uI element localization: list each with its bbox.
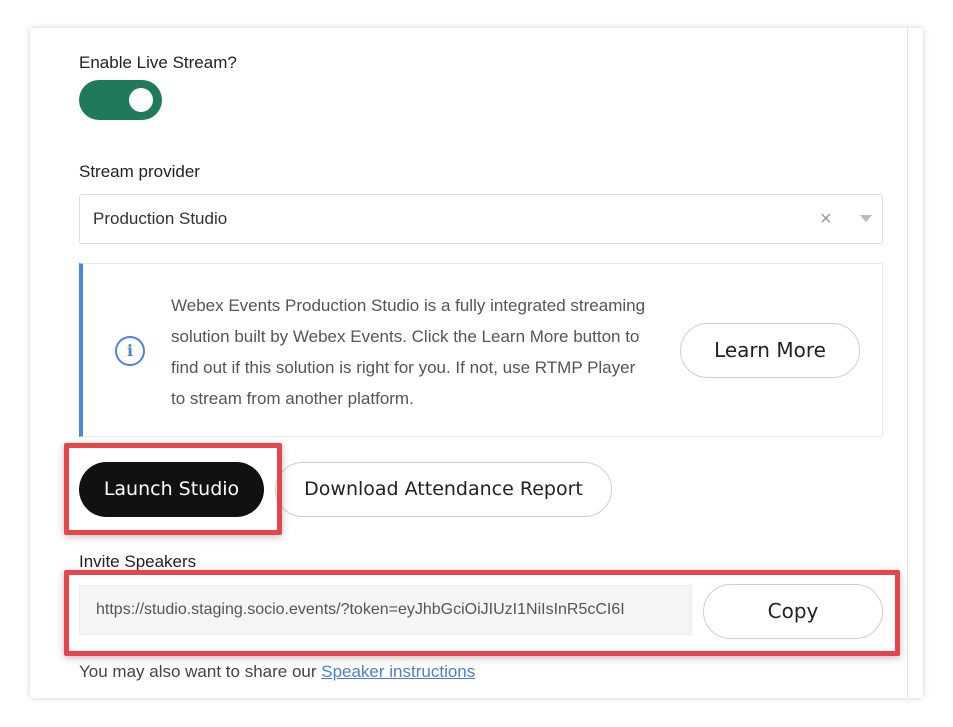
stream-provider-label: Stream provider (79, 162, 200, 181)
invite-speakers-label: Invite Speakers (79, 552, 197, 571)
stream-provider-select[interactable]: Production Studio × (79, 194, 883, 244)
launch-studio-button[interactable]: Launch Studio (79, 462, 264, 517)
chevron-down-icon[interactable] (860, 215, 872, 222)
share-prefix: You may also want to share our (79, 662, 322, 681)
download-attendance-report-button[interactable]: Download Attendance Report (275, 462, 612, 517)
speaker-instructions-link[interactable]: Speaker instructions (321, 662, 475, 681)
toggle-knob (129, 88, 153, 112)
info-callout: i Webex Events Production Studio is a fu… (79, 263, 883, 437)
share-instructions-text: You may also want to share our Speaker i… (79, 662, 475, 682)
clear-icon[interactable]: × (820, 207, 832, 231)
invite-url-field[interactable]: https://studio.staging.socio.events/?tok… (79, 585, 692, 635)
learn-more-button[interactable]: Learn More (680, 323, 860, 378)
info-icon: i (115, 336, 145, 366)
live-stream-toggle[interactable] (79, 80, 162, 120)
copy-button[interactable]: Copy (703, 584, 883, 639)
card-divider (907, 28, 908, 698)
info-description: Webex Events Production Studio is a full… (171, 296, 646, 408)
live-stream-label: Enable Live Stream? (79, 53, 237, 72)
stream-provider-value: Production Studio (93, 209, 228, 228)
